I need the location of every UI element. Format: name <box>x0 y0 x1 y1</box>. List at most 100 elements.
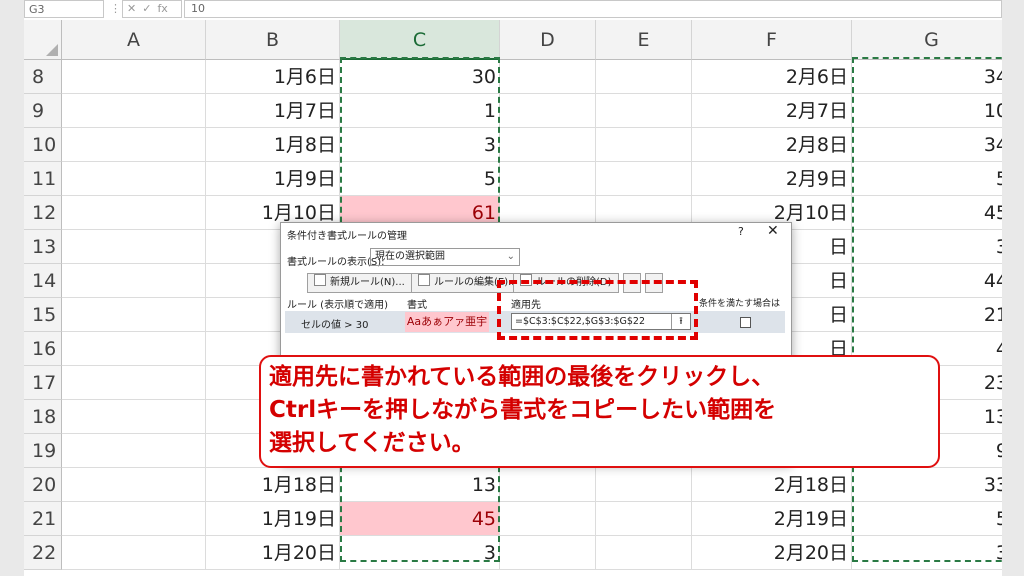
row-header[interactable]: 21 <box>24 502 62 536</box>
cell-c[interactable]: 30 <box>340 60 500 94</box>
cell-b[interactable]: 1月8日 <box>206 128 340 162</box>
cell-d[interactable] <box>500 502 596 536</box>
show-rules-value: 現在の選択範囲 <box>375 251 445 262</box>
formula-bar: G3 ⋮ ✕ ✓ fx 10 <box>24 0 1002 21</box>
cell-g[interactable]: 10 <box>852 94 1002 128</box>
column-header-d[interactable]: D <box>500 20 596 60</box>
cell-d[interactable] <box>500 536 596 570</box>
cell-f[interactable]: 2月19日 <box>692 502 852 536</box>
cell-a[interactable] <box>62 468 206 502</box>
new-rule-button[interactable]: 新規ルール(N)... <box>307 273 412 293</box>
edit-rule-icon <box>418 274 430 286</box>
cell-a[interactable] <box>62 400 206 434</box>
row-header[interactable]: 20 <box>24 468 62 502</box>
column-header-e[interactable]: E <box>596 20 692 60</box>
cell-a[interactable] <box>62 332 206 366</box>
column-header-a[interactable]: A <box>62 20 206 60</box>
cell-c[interactable]: 1 <box>340 94 500 128</box>
close-icon[interactable]: ✕ <box>767 223 779 239</box>
cell-g[interactable]: 45 <box>852 196 1002 230</box>
cell-e[interactable] <box>596 502 692 536</box>
column-header-c[interactable]: C <box>340 20 500 60</box>
cell-b[interactable]: 1月9日 <box>206 162 340 196</box>
cell-f[interactable]: 2月8日 <box>692 128 852 162</box>
cell-c[interactable]: 3 <box>340 128 500 162</box>
name-box[interactable]: G3 <box>24 0 104 18</box>
help-icon[interactable]: ? <box>738 225 744 238</box>
cell-b[interactable]: 1月19日 <box>206 502 340 536</box>
row-header[interactable]: 15 <box>24 298 62 332</box>
cell-c[interactable]: 13 <box>340 468 500 502</box>
format-preview: Aaあぁアァ亜宇 <box>405 312 489 332</box>
cell-a[interactable] <box>62 366 206 400</box>
row-header[interactable]: 16 <box>24 332 62 366</box>
row-header[interactable]: 19 <box>24 434 62 468</box>
column-header-f[interactable]: F <box>692 20 852 60</box>
cell-g[interactable]: 3 <box>852 230 1002 264</box>
cell-b[interactable]: 1月20日 <box>206 536 340 570</box>
enter-icon[interactable]: ✓ <box>142 2 151 15</box>
cell-e[interactable] <box>596 60 692 94</box>
cell-d[interactable] <box>500 468 596 502</box>
cell-a[interactable] <box>62 94 206 128</box>
column-header-g[interactable]: G <box>852 20 1002 60</box>
cell-c[interactable]: 45 <box>340 502 500 536</box>
cell-e[interactable] <box>596 128 692 162</box>
cell-e[interactable] <box>596 468 692 502</box>
insert-function-icon[interactable]: fx <box>157 2 167 15</box>
cell-b[interactable]: 1月18日 <box>206 468 340 502</box>
stop-if-true-checkbox[interactable] <box>740 317 751 328</box>
cell-f[interactable]: 2月7日 <box>692 94 852 128</box>
cell-e[interactable] <box>596 162 692 196</box>
cell-c[interactable]: 3 <box>340 536 500 570</box>
cell-d[interactable] <box>500 128 596 162</box>
cell-c[interactable]: 5 <box>340 162 500 196</box>
cell-a[interactable] <box>62 128 206 162</box>
cell-b[interactable]: 1月6日 <box>206 60 340 94</box>
cell-a[interactable] <box>62 502 206 536</box>
row-header[interactable]: 10 <box>24 128 62 162</box>
row-header[interactable]: 18 <box>24 400 62 434</box>
cell-a[interactable] <box>62 434 206 468</box>
cell-f[interactable]: 2月9日 <box>692 162 852 196</box>
cell-f[interactable]: 2月18日 <box>692 468 852 502</box>
row-header[interactable]: 13 <box>24 230 62 264</box>
row-header[interactable]: 9 <box>24 94 62 128</box>
cell-g[interactable]: 3 <box>852 536 1002 570</box>
cell-e[interactable] <box>596 94 692 128</box>
cell-g[interactable]: 5 <box>852 162 1002 196</box>
cell-e[interactable] <box>596 536 692 570</box>
column-header-b[interactable]: B <box>206 20 340 60</box>
cell-a[interactable] <box>62 298 206 332</box>
cell-g[interactable]: 5 <box>852 502 1002 536</box>
callout-line-1: 適用先に書かれている範囲の最後をクリックし、 <box>269 364 775 390</box>
cell-a[interactable] <box>62 60 206 94</box>
row-header[interactable]: 11 <box>24 162 62 196</box>
cell-f[interactable]: 2月6日 <box>692 60 852 94</box>
select-all-corner[interactable] <box>24 20 62 60</box>
row-header[interactable]: 22 <box>24 536 62 570</box>
row-header[interactable]: 17 <box>24 366 62 400</box>
cell-a[interactable] <box>62 264 206 298</box>
cell-d[interactable] <box>500 162 596 196</box>
row-header[interactable]: 8 <box>24 60 62 94</box>
row-header[interactable]: 12 <box>24 196 62 230</box>
show-rules-select[interactable]: 現在の選択範囲 ⌄ <box>370 248 520 266</box>
cell-g[interactable]: 33 <box>852 468 1002 502</box>
cell-d[interactable] <box>500 60 596 94</box>
cell-g[interactable]: 34 <box>852 60 1002 94</box>
cell-a[interactable] <box>62 162 206 196</box>
cell-b[interactable]: 1月7日 <box>206 94 340 128</box>
cell-a[interactable] <box>62 196 206 230</box>
cell-a[interactable] <box>62 536 206 570</box>
cell-g[interactable]: 21 <box>852 298 1002 332</box>
row-header[interactable]: 14 <box>24 264 62 298</box>
chevron-down-icon: ⌄ <box>506 251 515 262</box>
formula-input[interactable]: 10 <box>184 0 1002 18</box>
cell-g[interactable]: 34 <box>852 128 1002 162</box>
cell-f[interactable]: 2月20日 <box>692 536 852 570</box>
cell-g[interactable]: 44 <box>852 264 1002 298</box>
cell-d[interactable] <box>500 94 596 128</box>
cancel-icon[interactable]: ✕ <box>127 2 136 15</box>
cell-a[interactable] <box>62 230 206 264</box>
